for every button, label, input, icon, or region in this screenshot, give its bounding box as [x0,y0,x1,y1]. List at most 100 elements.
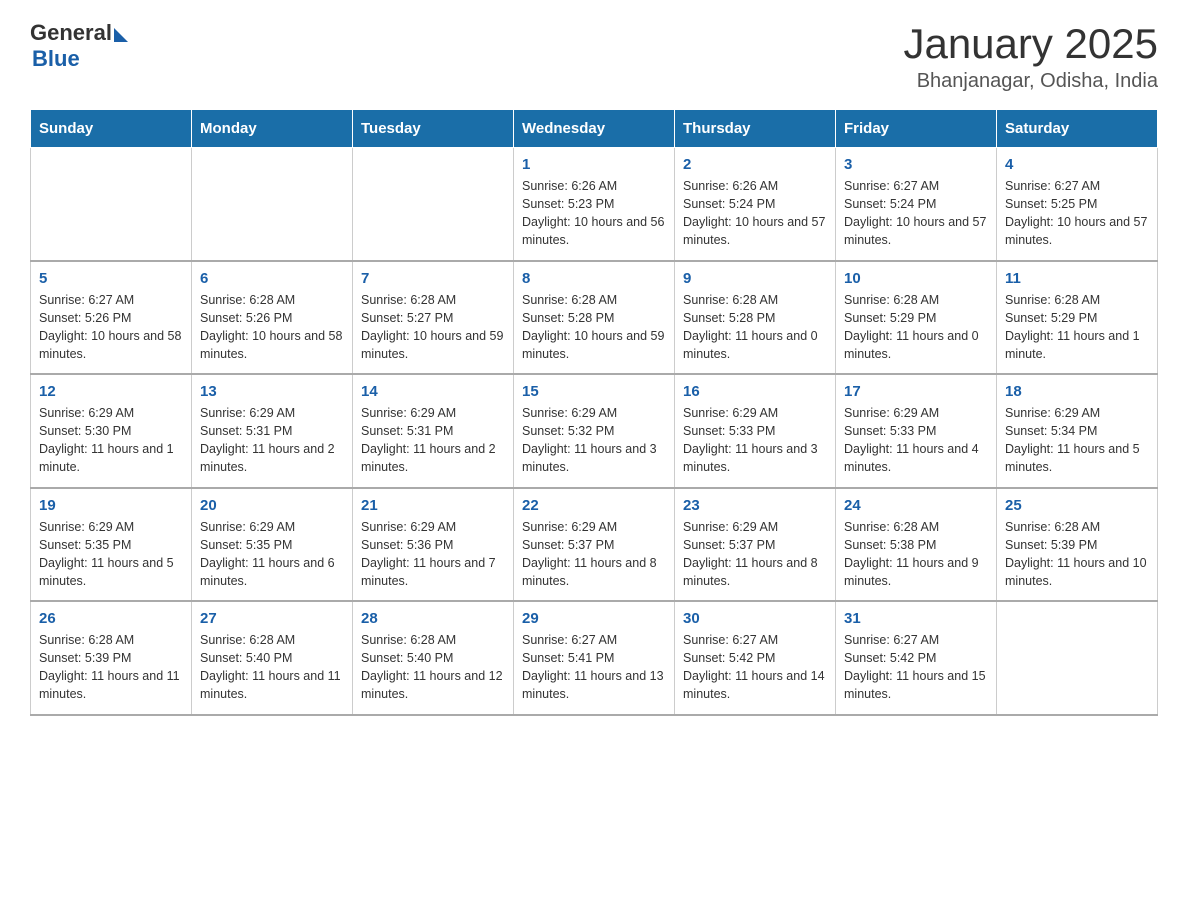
day-number: 4 [1005,156,1149,173]
calendar-cell: 28 Sunrise: 6:28 AM Sunset: 5:40 PM Dayli… [353,601,514,715]
day-number: 12 [39,383,183,400]
calendar-cell: 15 Sunrise: 6:29 AM Sunset: 5:32 PM Dayli… [514,374,675,488]
calendar-header-thursday: Thursday [675,110,836,148]
day-number: 16 [683,383,827,400]
day-number: 17 [844,383,988,400]
calendar-cell: 24 Sunrise: 6:28 AM Sunset: 5:38 PM Dayli… [836,488,997,602]
calendar-cell [31,148,192,261]
day-info: Sunrise: 6:28 AM Sunset: 5:39 PM Dayligh… [39,633,180,701]
day-number: 9 [683,270,827,287]
day-info: Sunrise: 6:29 AM Sunset: 5:30 PM Dayligh… [39,406,174,474]
day-info: Sunrise: 6:26 AM Sunset: 5:23 PM Dayligh… [522,179,664,247]
day-info: Sunrise: 6:29 AM Sunset: 5:37 PM Dayligh… [683,520,818,588]
calendar-week-5: 26 Sunrise: 6:28 AM Sunset: 5:39 PM Dayli… [31,601,1158,715]
day-info: Sunrise: 6:29 AM Sunset: 5:32 PM Dayligh… [522,406,657,474]
calendar-cell: 5 Sunrise: 6:27 AM Sunset: 5:26 PM Daylig… [31,261,192,375]
day-info: Sunrise: 6:29 AM Sunset: 5:31 PM Dayligh… [361,406,496,474]
calendar-cell [192,148,353,261]
day-number: 8 [522,270,666,287]
day-number: 7 [361,270,505,287]
calendar-cell: 26 Sunrise: 6:28 AM Sunset: 5:39 PM Dayli… [31,601,192,715]
calendar-cell: 7 Sunrise: 6:28 AM Sunset: 5:27 PM Daylig… [353,261,514,375]
day-number: 28 [361,610,505,627]
day-number: 25 [1005,497,1149,514]
calendar-header-tuesday: Tuesday [353,110,514,148]
calendar-cell: 16 Sunrise: 6:29 AM Sunset: 5:33 PM Dayli… [675,374,836,488]
day-number: 27 [200,610,344,627]
day-number: 19 [39,497,183,514]
day-number: 13 [200,383,344,400]
day-number: 22 [522,497,666,514]
title-block: January 2025 Bhanjanagar, Odisha, India [903,20,1158,93]
calendar-cell: 13 Sunrise: 6:29 AM Sunset: 5:31 PM Dayli… [192,374,353,488]
calendar-cell: 11 Sunrise: 6:28 AM Sunset: 5:29 PM Dayli… [997,261,1158,375]
day-info: Sunrise: 6:27 AM Sunset: 5:42 PM Dayligh… [844,633,986,701]
calendar-header-sunday: Sunday [31,110,192,148]
calendar-cell: 3 Sunrise: 6:27 AM Sunset: 5:24 PM Daylig… [836,148,997,261]
calendar-header-wednesday: Wednesday [514,110,675,148]
day-number: 11 [1005,270,1149,287]
calendar-cell: 6 Sunrise: 6:28 AM Sunset: 5:26 PM Daylig… [192,261,353,375]
calendar-cell: 1 Sunrise: 6:26 AM Sunset: 5:23 PM Daylig… [514,148,675,261]
day-info: Sunrise: 6:29 AM Sunset: 5:37 PM Dayligh… [522,520,657,588]
day-number: 5 [39,270,183,287]
calendar-cell: 23Sunrise: 6:29 AM Sunset: 5:37 PM Dayli… [675,488,836,602]
day-info: Sunrise: 6:28 AM Sunset: 5:27 PM Dayligh… [361,293,503,361]
calendar-cell: 25Sunrise: 6:28 AM Sunset: 5:39 PM Dayli… [997,488,1158,602]
calendar-cell: 12 Sunrise: 6:29 AM Sunset: 5:30 PM Dayli… [31,374,192,488]
day-info: Sunrise: 6:29 AM Sunset: 5:35 PM Dayligh… [200,520,335,588]
day-info: Sunrise: 6:28 AM Sunset: 5:29 PM Dayligh… [1005,293,1140,361]
day-info: Sunrise: 6:29 AM Sunset: 5:33 PM Dayligh… [683,406,818,474]
day-number: 26 [39,610,183,627]
calendar-cell: 18Sunrise: 6:29 AM Sunset: 5:34 PM Dayli… [997,374,1158,488]
day-info: Sunrise: 6:28 AM Sunset: 5:28 PM Dayligh… [522,293,664,361]
location-title: Bhanjanagar, Odisha, India [903,70,1158,93]
day-info: Sunrise: 6:28 AM Sunset: 5:40 PM Dayligh… [200,633,341,701]
calendar-cell: 30 Sunrise: 6:27 AM Sunset: 5:42 PM Dayli… [675,601,836,715]
day-number: 15 [522,383,666,400]
day-number: 18 [1005,383,1149,400]
calendar-header-monday: Monday [192,110,353,148]
logo: General Blue [30,20,128,72]
day-info: Sunrise: 6:28 AM Sunset: 5:26 PM Dayligh… [200,293,342,361]
logo-triangle-icon [114,28,128,42]
calendar-week-4: 19 Sunrise: 6:29 AM Sunset: 5:35 PM Dayli… [31,488,1158,602]
calendar-week-3: 12 Sunrise: 6:29 AM Sunset: 5:30 PM Dayli… [31,374,1158,488]
day-info: Sunrise: 6:28 AM Sunset: 5:38 PM Dayligh… [844,520,979,588]
day-number: 24 [844,497,988,514]
day-number: 1 [522,156,666,173]
calendar-cell: 4Sunrise: 6:27 AM Sunset: 5:25 PM Daylig… [997,148,1158,261]
day-number: 21 [361,497,505,514]
page-header: General Blue January 2025 Bhanjanagar, O… [30,20,1158,93]
day-number: 3 [844,156,988,173]
calendar-cell: 14 Sunrise: 6:29 AM Sunset: 5:31 PM Dayli… [353,374,514,488]
day-info: Sunrise: 6:29 AM Sunset: 5:35 PM Dayligh… [39,520,174,588]
day-info: Sunrise: 6:27 AM Sunset: 5:42 PM Dayligh… [683,633,825,701]
calendar-cell: 2Sunrise: 6:26 AM Sunset: 5:24 PM Daylig… [675,148,836,261]
day-number: 29 [522,610,666,627]
day-info: Sunrise: 6:27 AM Sunset: 5:41 PM Dayligh… [522,633,664,701]
calendar-cell: 29 Sunrise: 6:27 AM Sunset: 5:41 PM Dayli… [514,601,675,715]
calendar-header-saturday: Saturday [997,110,1158,148]
calendar-cell: 31Sunrise: 6:27 AM Sunset: 5:42 PM Dayli… [836,601,997,715]
calendar-cell: 20Sunrise: 6:29 AM Sunset: 5:35 PM Dayli… [192,488,353,602]
calendar-week-1: 1 Sunrise: 6:26 AM Sunset: 5:23 PM Daylig… [31,148,1158,261]
calendar-cell [997,601,1158,715]
day-info: Sunrise: 6:28 AM Sunset: 5:28 PM Dayligh… [683,293,818,361]
calendar-cell: 17Sunrise: 6:29 AM Sunset: 5:33 PM Dayli… [836,374,997,488]
day-number: 14 [361,383,505,400]
calendar-cell: 10 Sunrise: 6:28 AM Sunset: 5:29 PM Dayli… [836,261,997,375]
day-number: 10 [844,270,988,287]
calendar-cell: 21 Sunrise: 6:29 AM Sunset: 5:36 PM Dayli… [353,488,514,602]
logo-general-text: General [30,20,112,46]
calendar-cell: 9 Sunrise: 6:28 AM Sunset: 5:28 PM Daylig… [675,261,836,375]
day-info: Sunrise: 6:29 AM Sunset: 5:36 PM Dayligh… [361,520,496,588]
day-info: Sunrise: 6:28 AM Sunset: 5:40 PM Dayligh… [361,633,503,701]
day-number: 6 [200,270,344,287]
day-info: Sunrise: 6:27 AM Sunset: 5:26 PM Dayligh… [39,293,181,361]
day-info: Sunrise: 6:27 AM Sunset: 5:24 PM Dayligh… [844,179,986,247]
day-number: 30 [683,610,827,627]
day-info: Sunrise: 6:28 AM Sunset: 5:29 PM Dayligh… [844,293,979,361]
calendar-header-row: SundayMondayTuesdayWednesdayThursdayFrid… [31,110,1158,148]
day-info: Sunrise: 6:29 AM Sunset: 5:31 PM Dayligh… [200,406,335,474]
